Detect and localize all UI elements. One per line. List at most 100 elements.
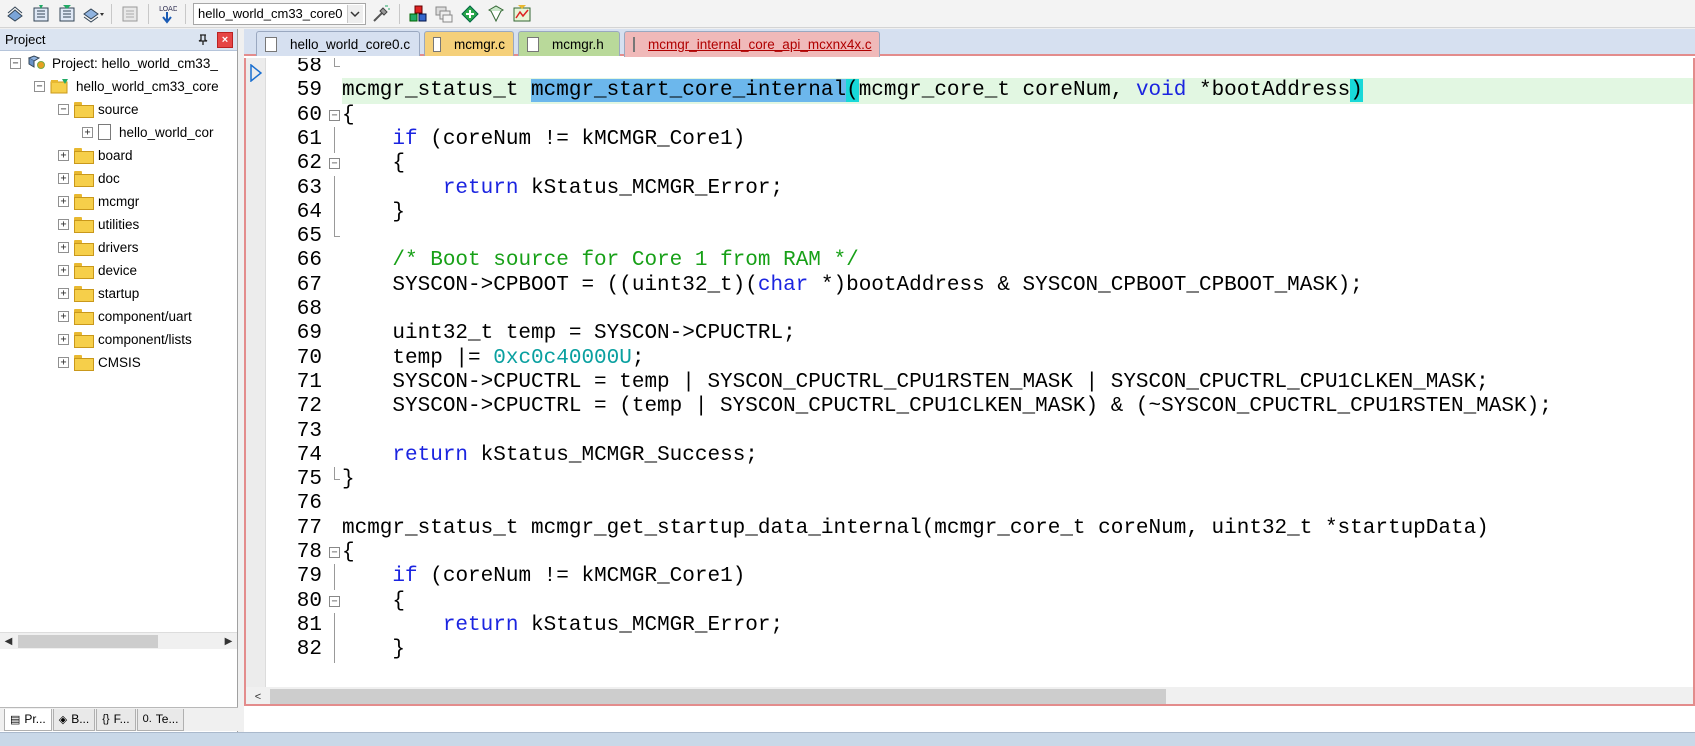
- editor-tab[interactable]: mcmgr.c: [424, 31, 514, 56]
- expand-icon[interactable]: +: [82, 126, 93, 138]
- scrollbar-thumb[interactable]: [270, 689, 1166, 704]
- code-line[interactable]: 68: [246, 297, 1693, 323]
- pack-installer-icon[interactable]: [459, 3, 481, 25]
- batch-build-icon[interactable]: [82, 3, 104, 25]
- expand-icon[interactable]: +: [58, 218, 69, 230]
- scrollbar-thumb[interactable]: [18, 635, 158, 648]
- manage-components-icon[interactable]: [407, 3, 429, 25]
- code-token: kStatus_MCMGR_Success;: [468, 443, 758, 467]
- tree-item[interactable]: + component/uart: [58, 305, 192, 327]
- fold-collapse-icon[interactable]: −: [328, 103, 342, 129]
- tree-item[interactable]: + hello_world_cor: [82, 121, 214, 143]
- project-tree-scrollbar[interactable]: ◀ ▶: [0, 632, 237, 649]
- line-number: 58: [296, 58, 322, 78]
- select-packs-icon[interactable]: [485, 3, 507, 25]
- line-number: 71: [296, 370, 322, 394]
- line-number: 64: [296, 200, 322, 224]
- file-extensions-icon[interactable]: [433, 3, 455, 25]
- code-line[interactable]: 63 return kStatus_MCMGR_Error;: [246, 175, 1693, 202]
- tree-item[interactable]: + startup: [58, 282, 139, 304]
- code-line[interactable]: 74 return kStatus_MCMGR_Success;: [246, 443, 1693, 469]
- panel-tab[interactable]: ◈ B...: [52, 708, 96, 731]
- expand-icon[interactable]: +: [58, 333, 69, 345]
- panel-tab[interactable]: ▤ Pr...: [4, 708, 52, 731]
- collapse-icon[interactable]: −: [34, 80, 45, 92]
- code-line[interactable]: 70 temp |= 0xc0c40000U;: [246, 346, 1693, 372]
- tree-item[interactable]: + doc: [58, 167, 120, 189]
- code-line[interactable]: 73: [246, 419, 1693, 445]
- rebuild-icon[interactable]: [56, 3, 78, 25]
- editor-tab[interactable]: mcmgr_internal_core_api_mcxnx4x.c: [624, 31, 880, 57]
- code-line[interactable]: 60−{: [246, 103, 1693, 129]
- tree-item[interactable]: − source: [58, 98, 139, 120]
- tree-item[interactable]: + utilities: [58, 213, 139, 235]
- code-line[interactable]: 58: [246, 58, 1693, 80]
- tree-item[interactable]: + CMSIS: [58, 351, 141, 373]
- tree-item[interactable]: − Project: hello_world_cm33_: [10, 52, 218, 74]
- editor-tab[interactable]: mcmgr.h: [518, 31, 620, 56]
- pin-icon[interactable]: [195, 32, 211, 48]
- code-line[interactable]: 66 /* Boot source for Core 1 from RAM */: [246, 248, 1693, 274]
- code-line[interactable]: 71 SYSCON->CPUCTRL = temp | SYSCON_CPUCT…: [246, 370, 1693, 396]
- tree-item[interactable]: + device: [58, 259, 137, 281]
- close-icon[interactable]: ×: [217, 31, 233, 48]
- code-text: mcmgr_status_t mcmgr_start_core_internal…: [342, 78, 1363, 104]
- stop-build-icon[interactable]: [119, 3, 141, 25]
- editor-scrollbar[interactable]: <: [246, 687, 1693, 704]
- editor-tab[interactable]: hello_world_core0.c: [256, 31, 420, 56]
- project-icon: [26, 55, 46, 71]
- download-icon[interactable]: LOAD: [156, 3, 178, 25]
- code-text: SYSCON->CPUCTRL = (temp | SYSCON_CPUCTRL…: [342, 394, 1551, 420]
- code-line[interactable]: 79 if (coreNum != kMCMGR_Core1): [246, 564, 1693, 591]
- expand-icon[interactable]: +: [58, 264, 69, 276]
- code-line[interactable]: 65: [246, 224, 1693, 250]
- panel-tab[interactable]: 0. Te...: [136, 708, 185, 731]
- options-for-target-icon[interactable]: [370, 3, 392, 25]
- code-line[interactable]: 64 }: [246, 199, 1693, 226]
- scroll-left-icon[interactable]: <: [250, 687, 266, 704]
- code-line[interactable]: 80− {: [246, 589, 1693, 615]
- expand-icon[interactable]: +: [58, 195, 69, 207]
- event-recorder-icon[interactable]: [511, 3, 533, 25]
- fold-collapse-icon[interactable]: −: [328, 151, 342, 177]
- ide-window: LOAD hello_world_cm33_core0 Project × − …: [0, 0, 1695, 746]
- fold-guide: [328, 467, 342, 493]
- code-line[interactable]: 81 return kStatus_MCMGR_Error;: [246, 612, 1693, 639]
- expand-icon[interactable]: +: [58, 356, 69, 368]
- chevron-down-icon[interactable]: [346, 4, 363, 23]
- panel-tab[interactable]: {} F...: [96, 708, 136, 731]
- expand-icon[interactable]: +: [58, 241, 69, 253]
- tree-item[interactable]: − hello_world_cm33_core: [34, 75, 219, 97]
- expand-icon[interactable]: +: [58, 172, 69, 184]
- code-line[interactable]: 67 SYSCON->CPBOOT = ((uint32_t)(char *)b…: [246, 273, 1693, 299]
- code-line[interactable]: 72 SYSCON->CPUCTRL = (temp | SYSCON_CPUC…: [246, 394, 1693, 420]
- target-select-value: hello_world_cm33_core0: [198, 6, 343, 21]
- expand-icon[interactable]: +: [58, 310, 69, 322]
- code-line[interactable]: 82 }: [246, 637, 1693, 664]
- expand-icon[interactable]: +: [58, 287, 69, 299]
- code-line[interactable]: 61 if (coreNum != kMCMGR_Core1): [246, 126, 1693, 153]
- code-line[interactable]: 69 uint32_t temp = SYSCON->CPUCTRL;: [246, 321, 1693, 347]
- tree-item[interactable]: + mcmgr: [58, 190, 139, 212]
- tree-item[interactable]: + component/lists: [58, 328, 192, 350]
- code-line[interactable]: 76: [246, 491, 1693, 517]
- build-icon[interactable]: [30, 3, 52, 25]
- scroll-left-icon[interactable]: ◀: [0, 633, 17, 650]
- expand-icon[interactable]: +: [58, 149, 69, 161]
- fold-collapse-icon[interactable]: −: [328, 589, 342, 615]
- code-editor[interactable]: 58 59 mcmgr_status_t mcmgr_start_core_inte…: [244, 58, 1695, 706]
- collapse-icon[interactable]: −: [10, 57, 21, 69]
- translate-icon[interactable]: [4, 3, 26, 25]
- target-select[interactable]: hello_world_cm33_core0: [193, 2, 366, 25]
- code-line[interactable]: 59 mcmgr_status_t mcmgr_start_core_intern…: [297, 78, 1693, 105]
- collapse-icon[interactable]: −: [58, 103, 69, 115]
- scroll-right-icon[interactable]: ▶: [220, 633, 237, 650]
- tree-item[interactable]: + board: [58, 144, 133, 166]
- tree-item[interactable]: + drivers: [58, 236, 139, 258]
- code-line[interactable]: 77 mcmgr_status_t mcmgr_get_startup_data_…: [246, 516, 1693, 542]
- fold-collapse-icon[interactable]: −: [328, 540, 342, 566]
- code-line[interactable]: 78−{: [246, 540, 1693, 566]
- code-line[interactable]: 62− {: [246, 151, 1693, 177]
- code-line[interactable]: 75}: [246, 467, 1693, 493]
